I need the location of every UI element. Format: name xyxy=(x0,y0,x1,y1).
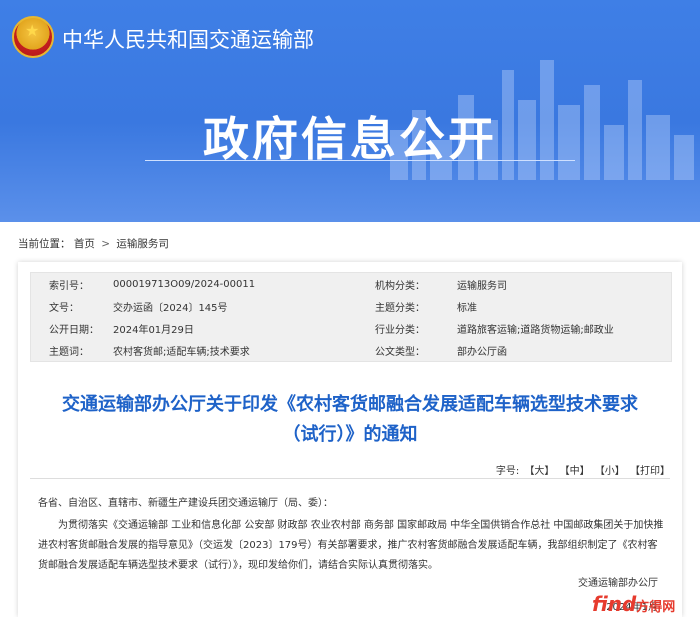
watermark-brand: find xyxy=(592,592,637,616)
breadcrumb: 当前位置： 首页 > 运输服务司 xyxy=(18,236,169,251)
font-size-label: 字号: xyxy=(495,466,520,477)
ministry-name[interactable]: 中华人民共和国交通运输部 xyxy=(62,24,314,54)
metadata-row: 索引号： 000019713O09/2024-00011 机构分类： 运输服务司 xyxy=(31,273,671,295)
metadata-table: 索引号： 000019713O09/2024-00011 机构分类： 运输服务司… xyxy=(30,272,672,362)
metadata-row: 主题词： 农村客货邮;适配车辆;技术要求 公文类型： 部办公厅函 xyxy=(31,339,671,361)
breadcrumb-current-link[interactable]: 运输服务司 xyxy=(116,238,169,250)
font-small-button[interactable]: 【小】 xyxy=(595,466,625,477)
metadata-value: 部办公厅函 xyxy=(457,346,507,358)
metadata-row: 文号： 交办运函〔2024〕145号 主题分类： 标准 xyxy=(31,295,671,317)
metadata-label: 公文类型： xyxy=(375,346,425,358)
metadata-label: 主题词： xyxy=(49,346,89,358)
breadcrumb-separator: > xyxy=(101,238,110,250)
document-title: 交通运输部办公厅关于印发《农村客货邮融合发展适配车辆选型技术要求 （试行）》的通… xyxy=(18,390,682,450)
metadata-value: 道路旅客运输;道路货物运输;邮政业 xyxy=(457,324,614,336)
document-title-line2: （试行）》的通知 xyxy=(282,424,418,445)
metadata-label: 主题分类： xyxy=(375,302,425,314)
font-medium-button[interactable]: 【中】 xyxy=(560,466,590,477)
signature: 交通运输部办公厅 xyxy=(578,578,658,589)
body-paragraph: 为贯彻落实《交通运输部 工业和信息化部 公安部 财政部 农业农村部 商务部 国家… xyxy=(38,520,664,571)
font-size-tools: 字号: 【大】 【中】 【小】 【打印】 xyxy=(494,462,670,477)
salutation: 各省、自治区、直辖市、新疆生产建设兵团交通运输厅（局、委）： xyxy=(38,498,333,509)
metadata-value: 标准 xyxy=(457,302,477,314)
print-button[interactable]: 【打印】 xyxy=(630,466,670,477)
metadata-value: 2024年01月29日 xyxy=(113,324,194,336)
metadata-value: 运输服务司 xyxy=(457,280,507,292)
header-banner: ★ 中华人民共和国交通运输部 政府信息公开 xyxy=(0,0,700,222)
metadata-label: 索引号： xyxy=(49,280,89,292)
metadata-label: 公开日期： xyxy=(49,324,99,336)
divider xyxy=(30,478,670,479)
breadcrumb-home-link[interactable]: 首页 xyxy=(74,238,95,250)
watermark-logo: find方得网 xyxy=(592,592,675,616)
metadata-value: 交办运函〔2024〕145号 xyxy=(113,302,228,314)
metadata-label: 文号： xyxy=(49,302,79,314)
metadata-value: 000019713O09/2024-00011 xyxy=(113,278,256,290)
metadata-value: 农村客货邮;适配车辆;技术要求 xyxy=(113,346,250,358)
metadata-label: 机构分类： xyxy=(375,280,425,292)
document-title-line1: 交通运输部办公厅关于印发《农村客货邮融合发展适配车辆选型技术要求 xyxy=(62,394,638,415)
metadata-row: 公开日期： 2024年01月29日 行业分类： 道路旅客运输;道路货物运输;邮政… xyxy=(31,317,671,339)
document-card: 索引号： 000019713O09/2024-00011 机构分类： 运输服务司… xyxy=(18,262,682,617)
font-large-button[interactable]: 【大】 xyxy=(524,466,554,477)
metadata-label: 行业分类： xyxy=(375,324,425,336)
breadcrumb-prefix: 当前位置： xyxy=(18,238,71,250)
national-emblem-icon: ★ xyxy=(12,16,54,58)
watermark-brand-cn: 方得网 xyxy=(636,600,676,615)
title-underline xyxy=(145,160,575,161)
